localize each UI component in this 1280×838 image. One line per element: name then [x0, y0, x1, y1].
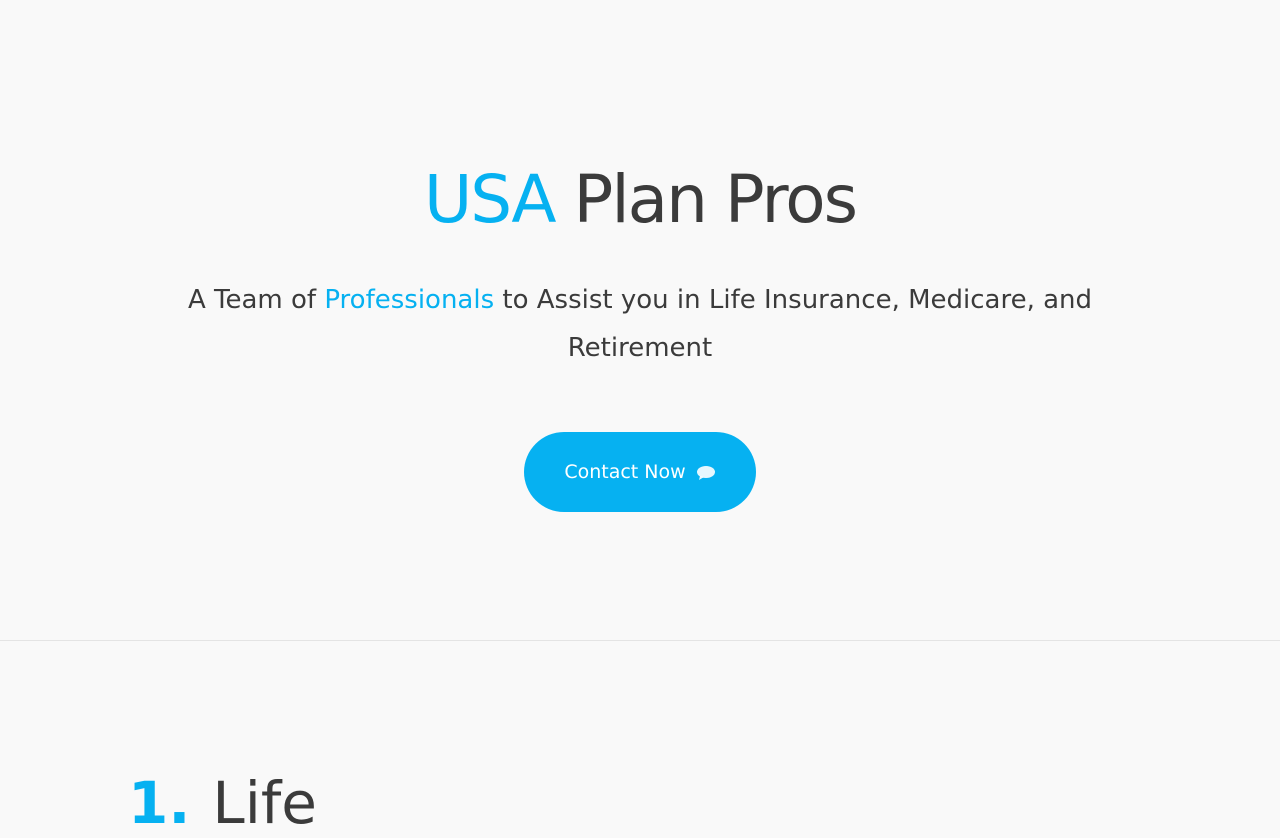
section-heading-text: Life	[212, 769, 317, 837]
contact-now-button[interactable]: Contact Now	[524, 432, 756, 512]
tagline-highlight: Professionals	[324, 285, 495, 315]
tagline-after: to Assist you in Life Insurance, Medicar…	[494, 285, 1093, 363]
section-number: 1.	[128, 769, 191, 837]
tagline-before: A Team of	[187, 285, 325, 315]
hero-tagline: A Team of Professionals to Assist you in…	[160, 276, 1120, 372]
hero-section: USA Plan Pros A Team of Professionals to…	[0, 0, 1280, 641]
contact-now-label: Contact Now	[564, 461, 686, 483]
site-title: USA Plan Pros	[0, 158, 1280, 242]
site-title-rest: Plan Pros	[554, 161, 859, 238]
chat-bubble-icon	[696, 463, 716, 481]
site-title-accent: USA	[423, 161, 557, 238]
section-heading: 1. Life	[128, 768, 317, 838]
